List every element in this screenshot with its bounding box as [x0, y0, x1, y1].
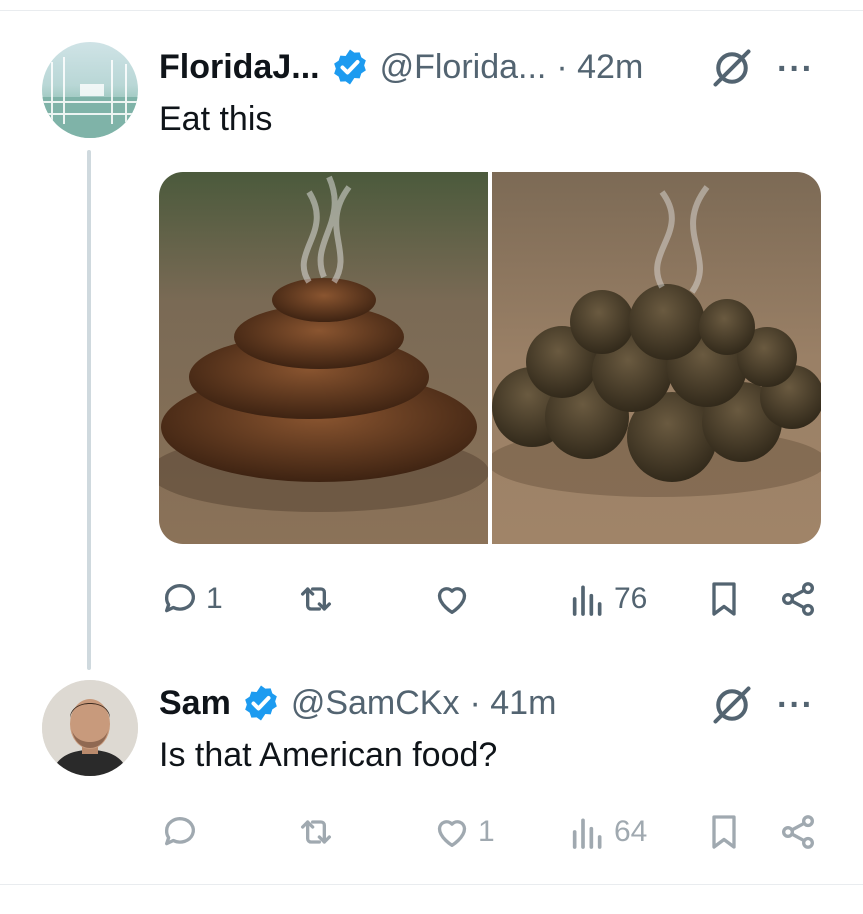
tweet2-header: Sam @SamCKx · 41m [159, 680, 556, 726]
like-button[interactable] [432, 579, 472, 619]
display-name[interactable]: Sam [159, 684, 231, 723]
reply-icon [164, 584, 195, 613]
share-icon [782, 582, 814, 616]
retweet-icon [301, 820, 331, 844]
tweet2-actions: 1 64 [0, 810, 863, 860]
avatar-image [42, 680, 138, 776]
bookmark-icon [712, 582, 736, 616]
avatar-floridaj[interactable] [42, 42, 138, 138]
tweet1-actions: 1 76 [0, 577, 863, 627]
share-button[interactable] [778, 812, 818, 852]
share-button[interactable] [778, 579, 818, 619]
bottom-divider [0, 884, 863, 885]
display-name[interactable]: FloridaJ... [159, 48, 320, 87]
views-button[interactable]: 76 [568, 579, 647, 619]
timestamp[interactable]: · 42m [556, 48, 643, 87]
bookmark-button[interactable] [704, 812, 744, 852]
reply-button[interactable] [160, 812, 200, 852]
retweet-button[interactable] [296, 579, 336, 619]
bookmark-icon [712, 815, 736, 849]
retweet-button[interactable] [296, 812, 336, 852]
handle[interactable]: @SamCKx [291, 684, 460, 723]
media-image-1[interactable] [159, 172, 489, 544]
grok-icon[interactable] [710, 683, 754, 727]
share-icon [782, 815, 814, 849]
media-grid [159, 172, 821, 544]
timestamp[interactable]: · 41m [469, 684, 556, 723]
reply-icon [164, 817, 195, 846]
verified-badge-icon [333, 49, 366, 85]
more-icon[interactable]: ··· [777, 52, 814, 86]
top-divider [0, 10, 863, 11]
avatar-sam[interactable] [42, 680, 138, 776]
views-count: 64 [614, 815, 648, 848]
handle[interactable]: @Florida... [380, 48, 547, 87]
avatar-image [42, 57, 138, 138]
verified-badge-icon [244, 685, 277, 721]
like-count: 1 [478, 815, 495, 848]
grok-icon[interactable] [710, 46, 754, 90]
views-button[interactable]: 64 [568, 812, 647, 852]
tweet-text: Eat this [159, 100, 273, 138]
tweet1-header: FloridaJ... @Florida... · 42m [159, 44, 643, 90]
views-count: 76 [614, 582, 648, 615]
reply-button[interactable]: 1 [160, 579, 223, 619]
bookmark-button[interactable] [704, 579, 744, 619]
views-icon [572, 585, 602, 616]
tweet-text: Is that American food? [159, 736, 498, 774]
more-icon[interactable]: ··· [777, 688, 814, 722]
like-icon [437, 820, 467, 847]
retweet-icon [301, 587, 331, 611]
reply-count: 1 [206, 582, 223, 615]
views-icon [572, 818, 602, 849]
like-button[interactable]: 1 [432, 812, 495, 852]
media-image-2[interactable] [487, 172, 821, 544]
like-icon [437, 587, 467, 614]
